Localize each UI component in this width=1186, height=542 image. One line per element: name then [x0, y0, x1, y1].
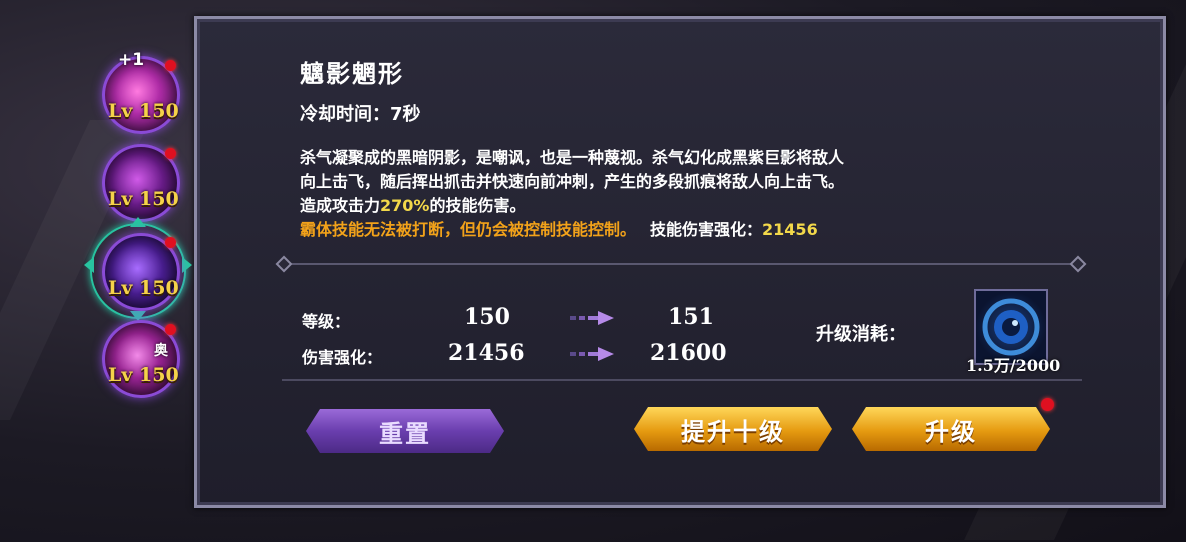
- skill-description: 杀气凝聚成的黑暗阴影，是嘲讽，也是一种蔑视。杀气幻化成黑紫巨影将敌人 向上击飞，…: [300, 146, 1100, 242]
- awakening-tag: 奥: [154, 343, 168, 359]
- skill-slot-3-selected[interactable]: Lv 150: [84, 217, 192, 321]
- skill-name: 魑影魍形: [300, 60, 404, 88]
- desc-text: 的技能伤害。: [429, 196, 526, 215]
- desc-line: 杀气凝聚成的黑暗阴影，是嘲讽，也是一种蔑视。杀气幻化成黑紫巨影将敌人: [300, 148, 845, 167]
- level-current: 150: [464, 304, 510, 330]
- skill-plus-badge: +1: [118, 50, 145, 70]
- skill-level: Lv 150: [108, 188, 179, 210]
- divider: [282, 379, 1082, 381]
- level-next: 151: [668, 304, 714, 330]
- desc-line: 向上击飞，随后挥出抓击并快速向前冲刺，产生的多段抓痕将敌人向上击飞。: [300, 172, 845, 191]
- level-label: 等级：: [302, 312, 351, 331]
- cost-count: 1.5万/2000: [966, 356, 1061, 375]
- upgrade-cost-label: 升级消耗：: [816, 324, 906, 345]
- boost-label: 伤害强化：: [302, 348, 383, 367]
- desc-line: 造成攻击力270%的技能伤害。: [300, 194, 1100, 218]
- attack-percent: 270%: [380, 196, 430, 215]
- selector-arrow-left-icon: [84, 257, 94, 273]
- notification-dot: [165, 60, 176, 71]
- notification-dot: [165, 237, 176, 248]
- notification-dot: [165, 148, 176, 159]
- boost-current: 21456: [448, 340, 525, 366]
- skill-level: Lv 150: [108, 277, 179, 299]
- skill-cooldown: 冷却时间：7秒: [300, 104, 421, 125]
- boost-next: 21600: [650, 340, 727, 366]
- selector-arrow-up-icon: [130, 217, 146, 227]
- reset-button[interactable]: 重置: [306, 409, 504, 453]
- skill-level: Lv 150: [108, 100, 179, 122]
- arrow-right-icon: [570, 311, 614, 325]
- notification-dot: [1041, 398, 1054, 411]
- skill-level: Lv 150: [108, 364, 179, 386]
- skill-slot-4[interactable]: 奥 Lv 150: [98, 320, 180, 400]
- skill-slot-2[interactable]: Lv 150: [98, 144, 180, 224]
- damage-boost-value: 21456: [762, 220, 818, 239]
- upgrade-ten-button[interactable]: 提升十级: [634, 407, 832, 451]
- notification-dot: [165, 324, 176, 335]
- super-armor-note: 霸体技能无法被打断，但仍会被控制技能控制。: [300, 220, 637, 239]
- skill-slot-1[interactable]: +1 Lv 150: [98, 50, 180, 136]
- desc-line: 霸体技能无法被打断，但仍会被控制技能控制。 技能伤害强化：21456: [300, 218, 1100, 242]
- divider: [282, 263, 1080, 265]
- selector-arrow-right-icon: [182, 257, 192, 273]
- upgrade-button[interactable]: 升级: [852, 407, 1050, 451]
- arrow-right-icon: [570, 347, 614, 361]
- desc-text: 造成攻击力: [300, 196, 381, 215]
- damage-boost-label: 技能伤害强化：: [650, 220, 763, 239]
